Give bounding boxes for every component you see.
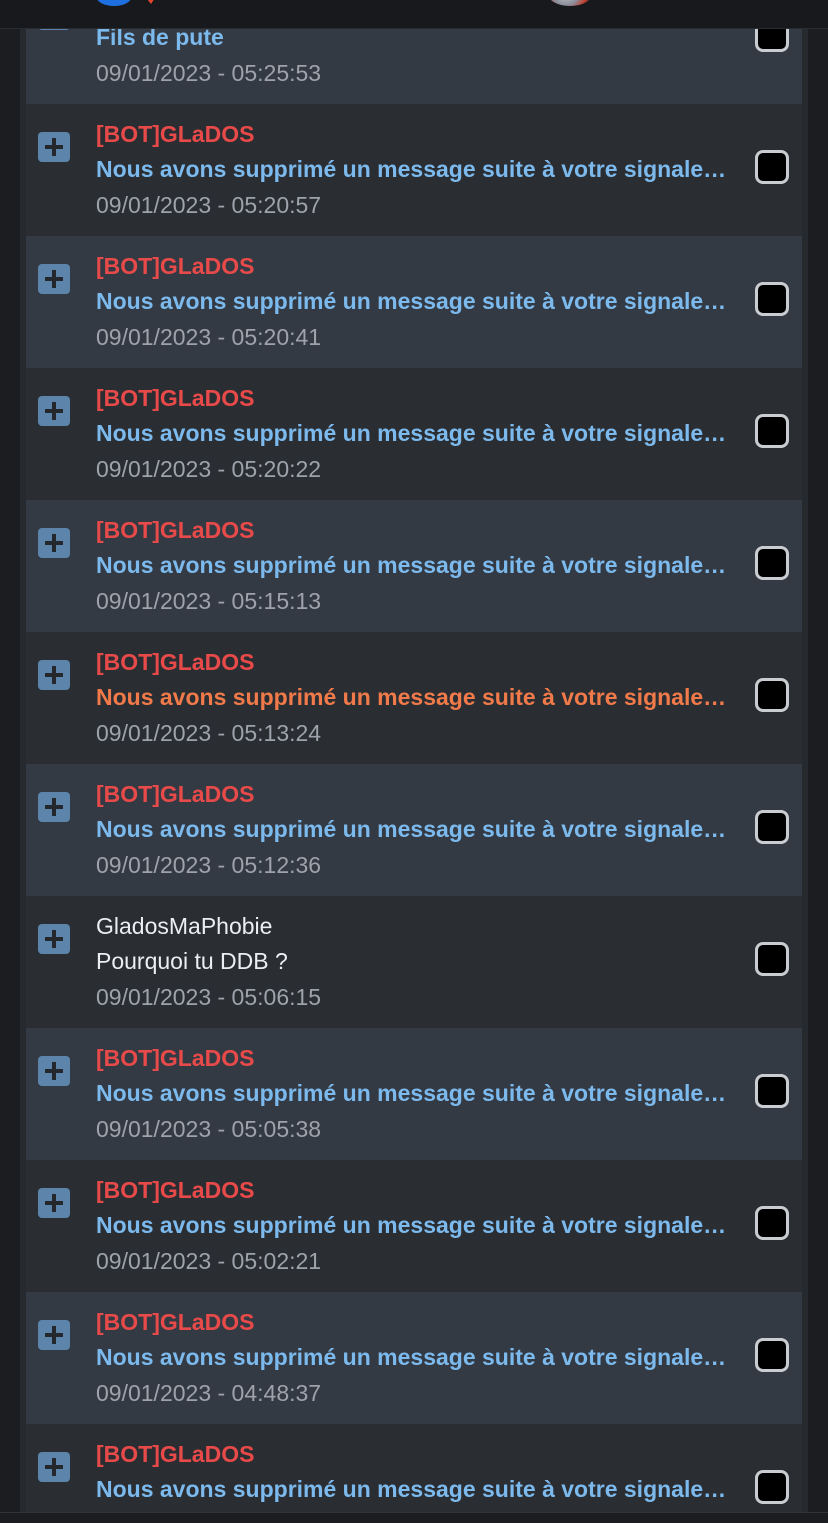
message-author: [BOT]GLaDOS (96, 121, 255, 147)
message-author: [BOT]GLaDOS (96, 1441, 255, 1467)
message-subject[interactable]: Nous avons supprimé un message suite à v… (96, 814, 728, 844)
message-date: 09/01/2023 - 05:12:36 (96, 852, 322, 878)
select-checkbox[interactable] (755, 150, 789, 184)
message-row[interactable]: [BOT]GLaDOS Nous avons supprimé un messa… (26, 1028, 802, 1160)
expand-plus-icon[interactable] (38, 1452, 70, 1482)
message-subject[interactable]: Nous avons supprimé un message suite à v… (96, 286, 728, 316)
message-row[interactable]: [BOT]GLaDOS Nous avons supprimé un messa… (26, 764, 802, 896)
message-row[interactable]: [BOT]GLaDOS Nous avons supprimé un messa… (26, 236, 802, 368)
bottom-edge (0, 1512, 828, 1523)
expand-plus-icon[interactable] (38, 528, 70, 558)
message-date: 09/01/2023 - 05:15:13 (96, 588, 322, 614)
select-checkbox[interactable] (755, 1206, 789, 1240)
message-subject[interactable]: Nous avons supprimé un message suite à v… (96, 1342, 728, 1372)
expand-plus-icon[interactable] (38, 396, 70, 426)
app-logo-icon[interactable] (96, 0, 132, 6)
message-author: [BOT]GLaDOS (96, 1177, 255, 1203)
message-author: [BOT]GLaDOS (96, 1309, 255, 1335)
message-date: 09/01/2023 - 05:20:22 (96, 456, 322, 482)
message-row[interactable]: [BOT]GLaDOS Nous avons supprimé un messa… (26, 1424, 802, 1512)
message-date: 09/01/2023 - 04:48:37 (96, 1380, 322, 1406)
user-avatar[interactable] (548, 0, 592, 6)
expand-plus-icon[interactable] (38, 924, 70, 954)
message-subject[interactable]: Nous avons supprimé un message suite à v… (96, 1210, 728, 1240)
message-author: [BOT]GLaDOS (96, 1045, 255, 1071)
expand-plus-icon[interactable] (38, 660, 70, 690)
select-checkbox[interactable] (755, 1338, 789, 1372)
select-checkbox[interactable] (755, 282, 789, 316)
expand-plus-icon[interactable] (38, 1320, 70, 1350)
message-row[interactable]: [BOT]GLaDOS Nous avons supprimé un messa… (26, 368, 802, 500)
message-subject[interactable]: Nous avons supprimé un message suite à v… (96, 550, 728, 580)
message-row[interactable]: GladosMaPhobie Pourquoi tu DDB ? 09/01/2… (26, 896, 802, 1028)
message-row[interactable]: [BOT]GLaDOS Nous avons supprimé un messa… (26, 1160, 802, 1292)
select-checkbox[interactable] (755, 1074, 789, 1108)
message-subject[interactable]: Nous avons supprimé un message suite à v… (96, 682, 728, 712)
message-row[interactable]: [BOT]GLaDOS Nous avons supprimé un messa… (26, 1292, 802, 1424)
select-checkbox[interactable] (755, 414, 789, 448)
app-logo-accent-icon (140, 0, 160, 4)
select-checkbox[interactable] (755, 678, 789, 712)
message-date: 09/01/2023 - 05:05:38 (96, 1116, 322, 1142)
message-date: 09/01/2023 - 05:06:15 (96, 984, 322, 1010)
expand-plus-icon[interactable] (38, 792, 70, 822)
message-date: 09/01/2023 - 05:20:41 (96, 324, 322, 350)
expand-plus-icon[interactable] (38, 264, 70, 294)
message-date: 09/01/2023 - 05:20:57 (96, 192, 322, 218)
select-checkbox[interactable] (755, 942, 789, 976)
message-author: [BOT]GLaDOS (96, 385, 255, 411)
message-subject[interactable]: Nous avons supprimé un message suite à v… (96, 418, 728, 448)
expand-plus-icon[interactable] (38, 1188, 70, 1218)
message-row[interactable]: [BOT]GLaDOS Nous avons supprimé un messa… (26, 104, 802, 236)
message-author: [BOT]GLaDOS (96, 253, 255, 279)
message-row[interactable]: [BOT]GLaDOS Nous avons supprimé un messa… (26, 632, 802, 764)
select-checkbox[interactable] (755, 810, 789, 844)
message-author: [BOT]GLaDOS (96, 517, 255, 543)
message-author: GladosMaPhobie (96, 913, 273, 939)
message-date: 09/01/2023 - 05:02:21 (96, 1248, 322, 1274)
message-subject[interactable]: Nous avons supprimé un message suite à v… (96, 1474, 728, 1504)
message-subject[interactable]: Nous avons supprimé un message suite à v… (96, 154, 728, 184)
select-checkbox[interactable] (755, 1470, 789, 1504)
message-date: 09/01/2023 - 05:25:53 (96, 60, 322, 86)
expand-plus-icon[interactable] (38, 1056, 70, 1086)
message-subject[interactable]: Pourquoi tu DDB ? (96, 946, 728, 976)
top-app-bar (0, 0, 828, 29)
message-row[interactable]: [BOT]GLaDOS Nous avons supprimé un messa… (26, 500, 802, 632)
message-date: 09/01/2023 - 05:13:24 (96, 720, 322, 746)
select-checkbox[interactable] (755, 546, 789, 580)
message-author: [BOT]GLaDOS (96, 649, 255, 675)
message-author: [BOT]GLaDOS (96, 781, 255, 807)
message-subject[interactable]: Nous avons supprimé un message suite à v… (96, 1078, 728, 1108)
expand-plus-icon[interactable] (38, 132, 70, 162)
